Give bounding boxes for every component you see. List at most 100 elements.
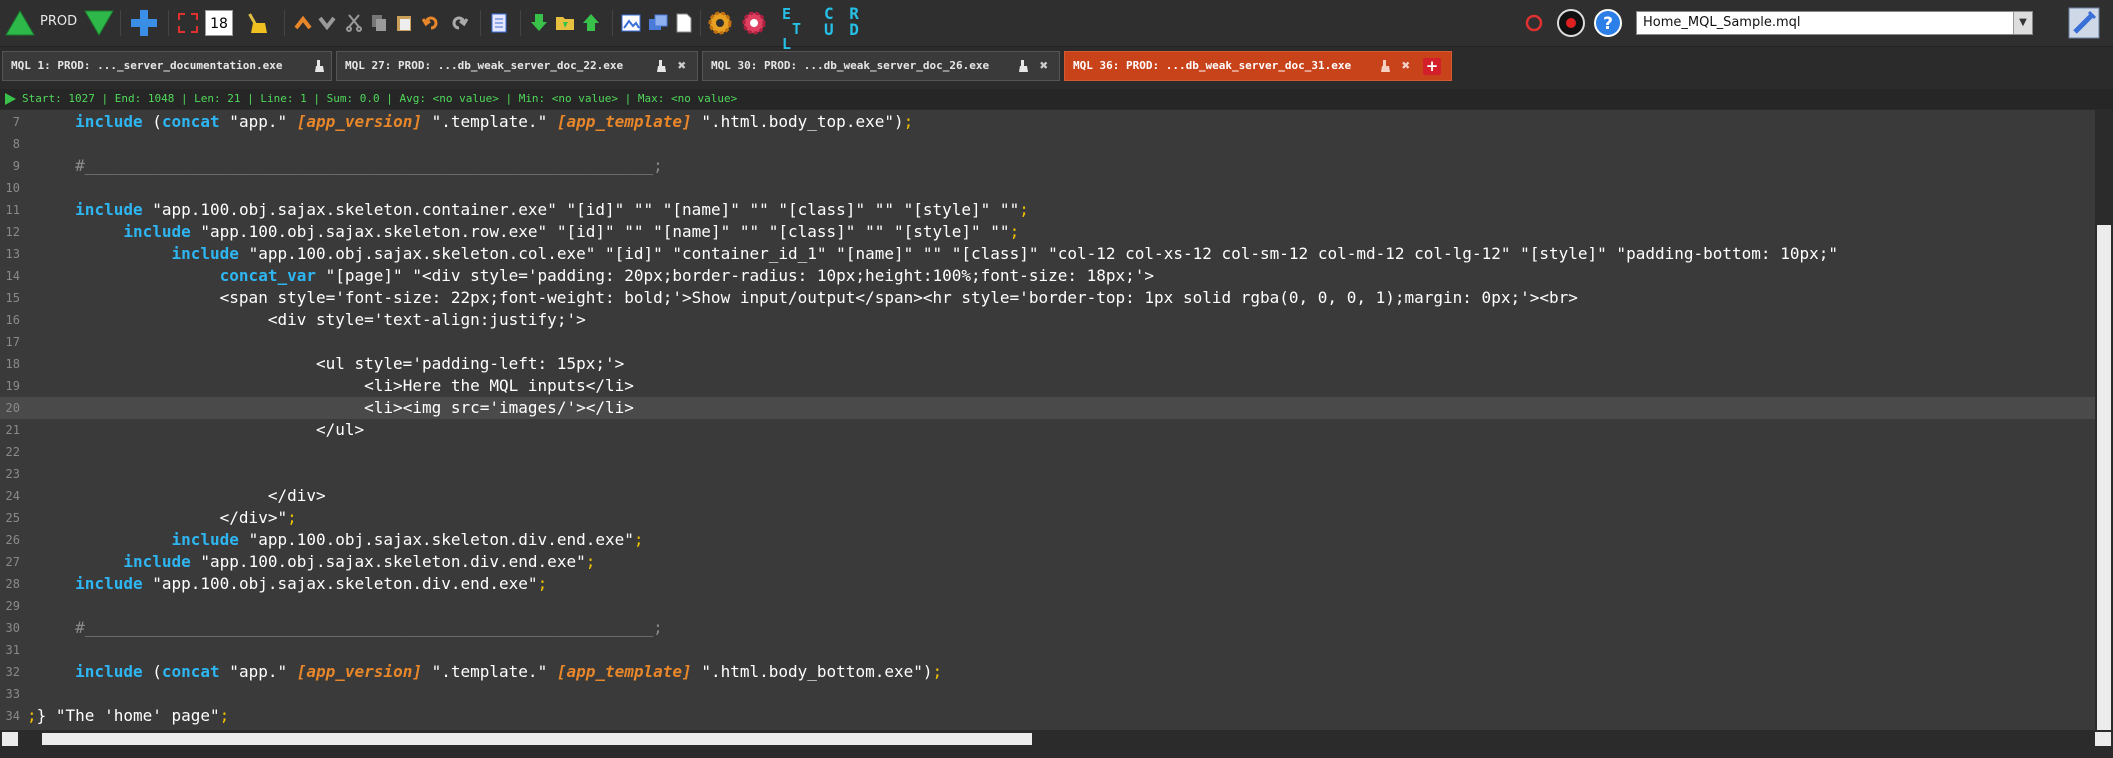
settings-red-icon[interactable] <box>740 6 768 40</box>
tab-mql-27[interactable]: MQL 27: PROD: ...db_weak_server_doc_22.e… <box>336 51 698 81</box>
code-line[interactable]: 27 include "app.100.obj.sajax.skeleton.d… <box>0 551 2095 573</box>
code-line[interactable]: 26 include "app.100.obj.sajax.skeleton.d… <box>0 529 2095 551</box>
code-line[interactable]: 13 include "app.100.obj.sajax.skeleton.c… <box>0 243 2095 265</box>
font-size-input[interactable]: 18 <box>205 10 233 36</box>
code-token: </ul> <box>315 420 365 439</box>
code-token: include <box>171 530 239 549</box>
play-icon[interactable] <box>5 93 16 105</box>
code-line[interactable]: 10 <box>0 177 2095 199</box>
code-text: <li><img src='images/'></li> <box>27 397 634 419</box>
close-icon[interactable]: ✖ <box>1399 58 1413 74</box>
code-line[interactable]: 30 #____________________________________… <box>0 617 2095 639</box>
undo-icon[interactable] <box>420 6 442 40</box>
tab-mql-1[interactable]: MQL 1: PROD: ..._server_documentation.ex… <box>2 51 332 81</box>
tab-mql-36[interactable]: MQL 36: PROD: ...db_weak_server_doc_31.e… <box>1064 51 1452 81</box>
image-icon[interactable] <box>620 6 642 40</box>
scrollbar-thumb[interactable] <box>2097 225 2111 730</box>
plug-icon[interactable] <box>2066 6 2102 40</box>
paste-icon[interactable] <box>393 6 415 40</box>
code-text: include "app.100.obj.sajax.skeleton.div.… <box>27 529 644 551</box>
code-line[interactable]: 16 <div style='text-align:justify;'> <box>0 309 2095 331</box>
file-icon[interactable] <box>673 6 695 40</box>
gear-icon[interactable] <box>706 6 734 40</box>
line-number: 13 <box>5 247 20 261</box>
code-line[interactable]: 33 <box>0 683 2095 705</box>
code-line[interactable]: 11 include "app.100.obj.sajax.skeleton.c… <box>0 199 2095 221</box>
code-editor[interactable]: 7 include (concat "app." [app_version] "… <box>0 110 2095 730</box>
code-line[interactable]: 29 <box>0 595 2095 617</box>
scrollbar-thumb[interactable] <box>42 733 1032 745</box>
download-icon[interactable] <box>528 6 550 40</box>
broom-icon[interactable] <box>1379 59 1393 73</box>
close-icon[interactable]: ✖ <box>1037 58 1051 74</box>
fullscreen-icon[interactable] <box>176 6 200 40</box>
code-token: "app.100.obj.sajax.skeleton.col.exe" "[i… <box>238 244 1838 263</box>
line-number: 19 <box>5 379 20 393</box>
code-token: ( <box>142 662 162 681</box>
code-line[interactable]: 20 <li><img src='images/'></li> <box>0 397 2095 419</box>
code-line[interactable]: 9 #_____________________________________… <box>0 155 2095 177</box>
code-token: include <box>171 244 239 263</box>
folder-icon[interactable] <box>554 6 576 40</box>
code-line[interactable]: 18 <ul style='padding-left: 15px;'> <box>0 353 2095 375</box>
document-icon[interactable] <box>488 6 510 40</box>
code-line[interactable]: 31 <box>0 639 2095 661</box>
redo-icon[interactable] <box>448 6 470 40</box>
upload-icon[interactable] <box>580 6 602 40</box>
code-line[interactable]: 19 <li>Here the MQL inputs</li> <box>0 375 2095 397</box>
cut-icon[interactable] <box>343 6 365 40</box>
code-line[interactable]: 25 </div>"; <box>0 507 2095 529</box>
code-line[interactable]: 21 </ul> <box>0 419 2095 441</box>
code-line[interactable]: 24 </div> <box>0 485 2095 507</box>
line-number: 25 <box>5 511 20 525</box>
horizontal-scrollbar[interactable] <box>0 731 2111 747</box>
line-number: 29 <box>5 599 20 613</box>
copy-icon[interactable] <box>368 6 390 40</box>
code-token: "app." <box>219 662 297 681</box>
hal-eye-icon[interactable] <box>1556 6 1586 40</box>
scroll-left-button[interactable] <box>2 732 18 746</box>
broom-icon[interactable] <box>1017 59 1031 73</box>
code-line[interactable]: 14 concat_var "[page]" "<div style='padd… <box>0 265 2095 287</box>
chevron-down-icon[interactable]: ▼ <box>2013 12 2032 34</box>
code-line[interactable]: 7 include (concat "app." [app_version] "… <box>0 111 2095 133</box>
code-line[interactable]: 12 include "app.100.obj.sajax.skeleton.r… <box>0 221 2095 243</box>
code-line[interactable]: 34;} "The 'home' page"; <box>0 705 2095 727</box>
code-token: ; <box>633 530 644 549</box>
line-number: 8 <box>12 137 20 151</box>
add-icon[interactable] <box>128 6 160 40</box>
broom-icon[interactable] <box>313 59 327 73</box>
record-icon[interactable] <box>1522 6 1546 40</box>
vertical-scrollbar[interactable] <box>2095 110 2113 730</box>
line-number: 16 <box>5 313 20 327</box>
code-line[interactable]: 23 <box>0 463 2095 485</box>
code-line[interactable]: 28 include "app.100.obj.sajax.skeleton.d… <box>0 573 2095 595</box>
arrow-up-icon[interactable] <box>292 6 314 40</box>
add-tab-icon[interactable]: + <box>1423 58 1441 75</box>
crud-icon[interactable]: C R U D <box>824 6 862 38</box>
code-token: include <box>75 662 143 681</box>
code-token: [app_version] <box>296 662 422 681</box>
line-number: 23 <box>5 467 20 481</box>
file-select[interactable]: Home_MQL_Sample.mql ▼ <box>1636 11 2033 35</box>
code-line[interactable]: 32 include (concat "app." [app_version] … <box>0 661 2095 683</box>
code-line[interactable]: 15 <span style='font-size: 22px;font-wei… <box>0 287 2095 309</box>
code-line[interactable]: 8 <box>0 133 2095 155</box>
triangle-up-icon[interactable] <box>5 6 35 40</box>
tab-mql-30[interactable]: MQL 30: PROD: ...db_weak_server_doc_26.e… <box>702 51 1060 81</box>
line-number: 24 <box>5 489 20 503</box>
code-token: </div>" <box>219 508 288 527</box>
broom-icon[interactable] <box>655 59 669 73</box>
help-icon[interactable]: ? <box>1593 6 1623 40</box>
triangle-down-icon[interactable] <box>84 6 114 40</box>
code-line[interactable]: 22 <box>0 441 2095 463</box>
line-number: 22 <box>5 445 20 459</box>
code-text: include "app.100.obj.sajax.skeleton.row.… <box>27 221 1019 243</box>
arrow-down-icon[interactable] <box>316 6 338 40</box>
code-line[interactable]: 17 <box>0 331 2095 353</box>
etl-icon[interactable]: E T L <box>782 7 801 52</box>
close-icon[interactable]: ✖ <box>675 58 689 74</box>
broom-icon[interactable] <box>246 6 270 40</box>
windows-icon[interactable] <box>647 6 669 40</box>
line-number: 27 <box>5 555 20 569</box>
